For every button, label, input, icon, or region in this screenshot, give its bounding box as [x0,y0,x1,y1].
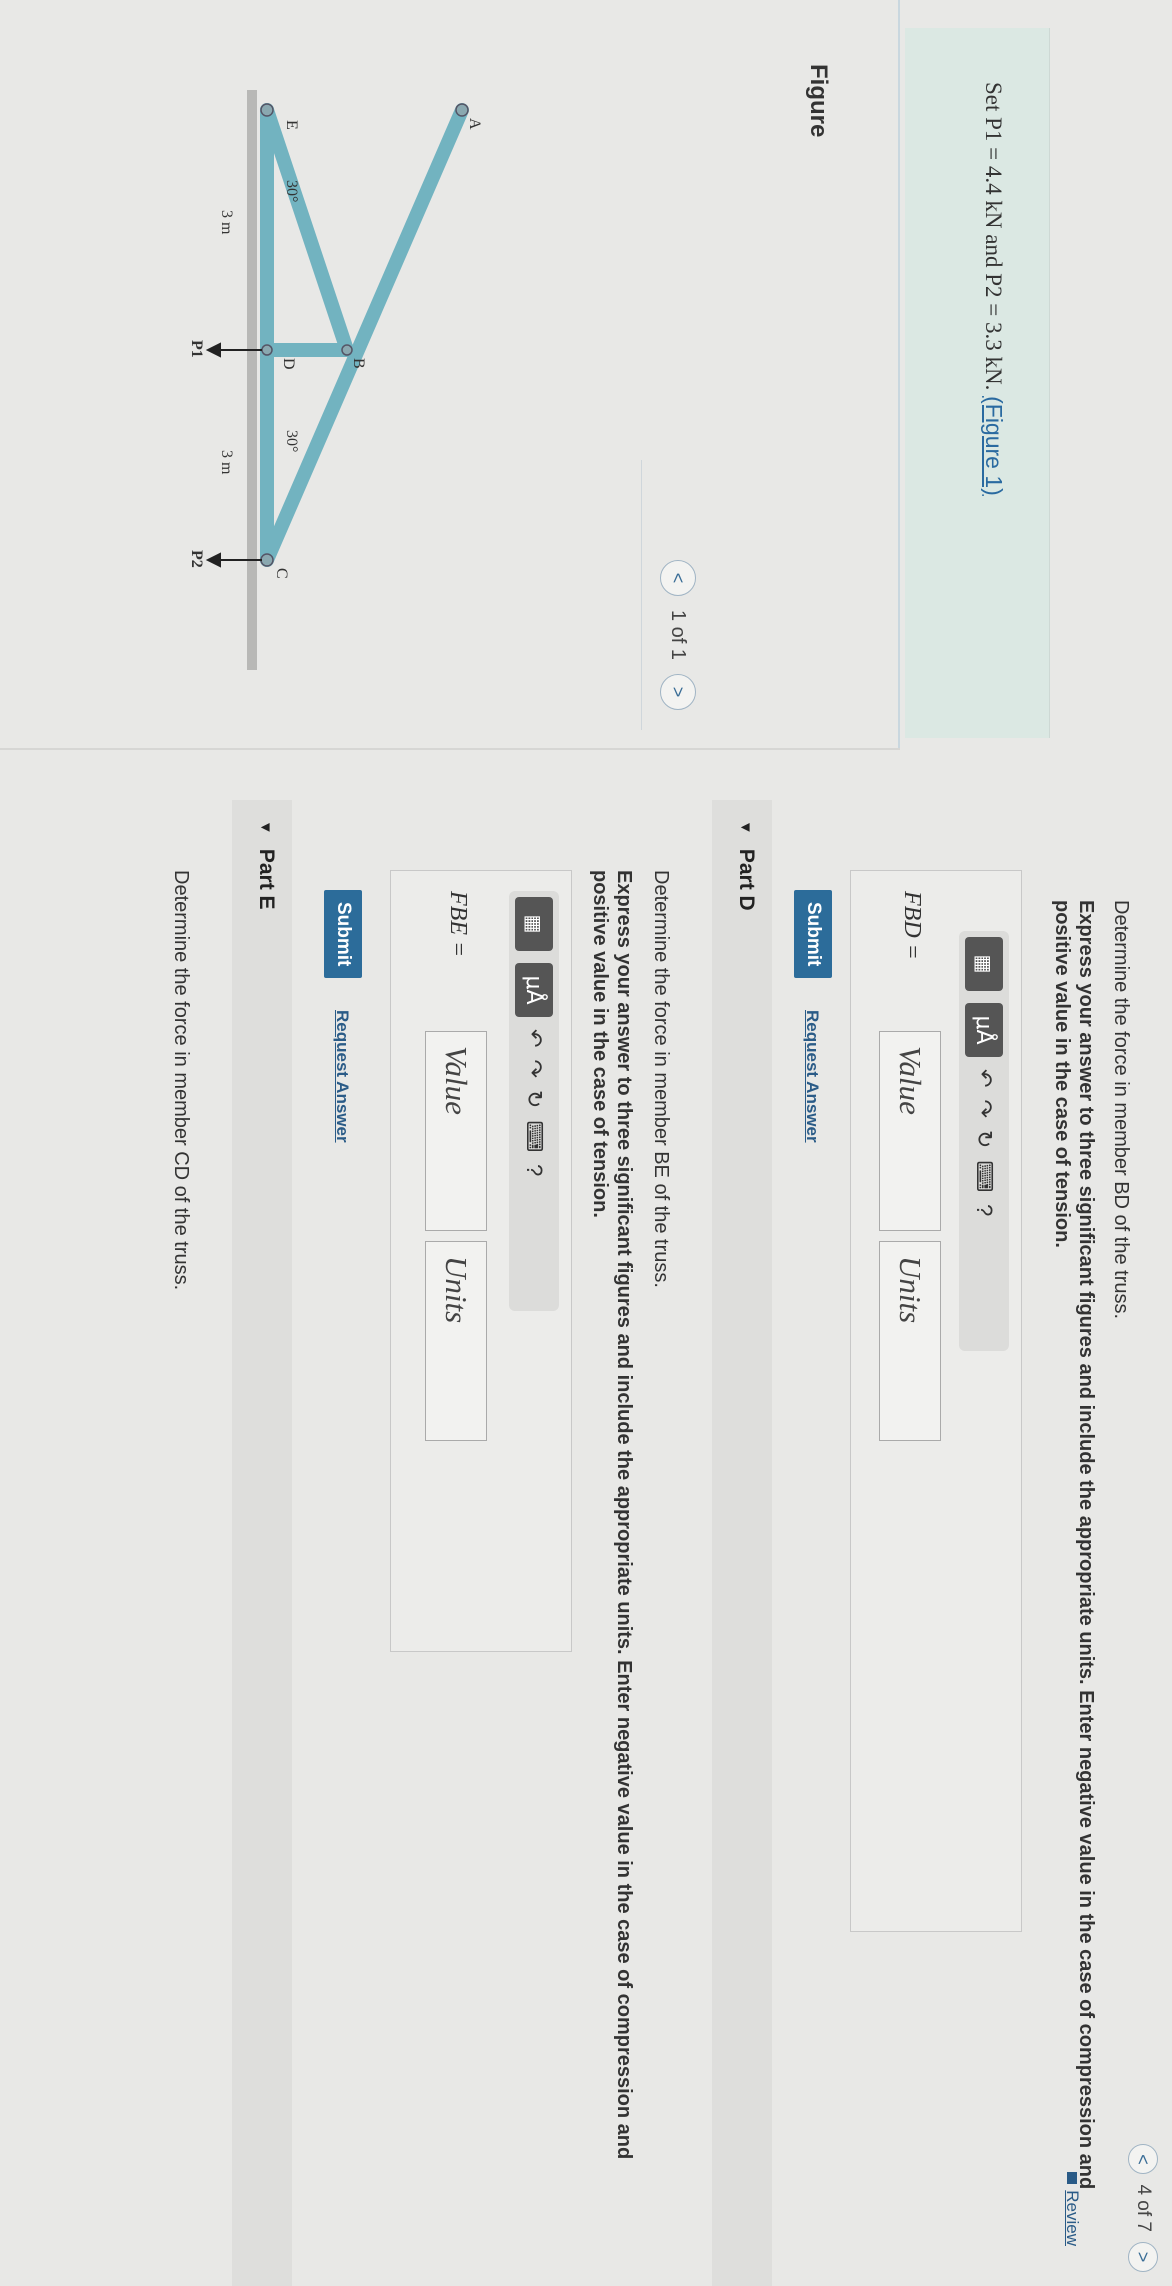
partD-header[interactable]: ▼ Part D [734,820,758,911]
partD-question: Determine the force in member BE of the … [650,870,672,1288]
undo-button[interactable]: ↶ [965,1069,1003,1087]
given-text: Set P1 = 4.4 kN and P2 = 3.3 kN. (Figure… [980,82,1007,496]
joint-c [260,553,274,567]
redo-button[interactable]: ↷ [515,1059,553,1077]
partC-label: FBD = [899,891,925,960]
partE-band [232,800,292,2286]
arrowhead-p2 [205,552,221,568]
units-button[interactable]: μÅ [515,963,553,1017]
prev-problem-button[interactable]: < [1128,2144,1158,2175]
partC-instructions: Express your answer to three significant… [1051,900,1097,2190]
partD-title: Part D [735,848,758,911]
figure-link[interactable]: (Figure 1) [981,396,1007,496]
redo-button[interactable]: ↷ [965,1099,1003,1117]
partC-answer-box: ▦ μÅ ↶ ↷ ↻ ⌨ ? FBD = Value Units [850,870,1022,1932]
label-c: C [273,568,290,579]
partD-units-field[interactable]: Units [425,1241,487,1441]
partC-units-field[interactable]: Units [879,1241,941,1441]
member-eb [260,103,354,357]
length-label-1: 3 m [218,210,235,235]
partD-label: FBE = [445,891,471,958]
angle-label-2: 30° [283,430,300,452]
truss-diagram: E D B C A 30° 30° 3 m 3 m P1 P2 [188,90,483,670]
screen: < 4 of 7 > Review Set P1 = 4.4 kN and P2… [0,0,1172,2286]
partC-value-field[interactable]: Value [879,1031,941,1231]
length-label-2: 3 m [218,450,235,475]
joint-e [260,103,274,117]
problem-position: 4 of 7 [1133,2184,1154,2232]
joint-d [261,344,273,356]
column-divider [0,748,900,750]
partD-value-field[interactable]: Value [425,1031,487,1231]
given-mid: and [981,228,1006,274]
partD-answer-box: ▦ μÅ ↶ ↷ ↻ ⌨ ? FBE = Value Units [390,870,572,1652]
prev-figure-button[interactable]: < [660,560,696,596]
partC-question: Determine the force in member BD of the … [1110,900,1132,1320]
joint-a [455,103,469,117]
partE-question: Determine the force in member CD of the … [170,870,192,1291]
given-p2: P2 = 3.3 kN [981,273,1006,385]
problem-pager: < 4 of 7 > [1128,2144,1158,2272]
given-p1: P1 = 4.4 kN [981,117,1006,229]
figure-position: 1 of 1 [667,610,690,661]
divider [898,0,900,750]
partD-instructions: Express your answer to three significant… [589,870,635,2160]
keyboard-button[interactable]: ⌨ [515,1120,553,1152]
label-b: B [350,358,367,369]
wall-support [247,90,257,670]
next-problem-button[interactable]: > [1128,2242,1158,2272]
partD-submit-button[interactable]: Submit [324,890,362,979]
partE-title: Part E [255,848,278,910]
label-e: E [283,120,300,130]
arrowhead-p1 [205,342,221,358]
templates-button[interactable]: ▦ [515,897,553,951]
joint-b [341,344,353,356]
partE-header[interactable]: ▼ Part E [254,820,278,910]
help-button[interactable]: ? [965,1204,1003,1216]
partD-band [712,800,772,2286]
figure-pager: < 1 of 1 > [660,560,696,711]
partC-toolbar: ▦ μÅ ↶ ↷ ↻ ⌨ ? [959,931,1009,1351]
help-button[interactable]: ? [515,1164,553,1176]
reset-button[interactable]: ↻ [515,1090,553,1108]
collapse-icon: ▼ [257,820,275,835]
templates-button[interactable]: ▦ [965,937,1003,991]
load-label-p2: P2 [188,550,205,568]
partD-request-answer[interactable]: Request Answer [332,1010,352,1143]
truss-members [260,103,469,567]
partD-toolbar: ▦ μÅ ↶ ↷ ↻ ⌨ ? [509,891,559,1311]
next-figure-button[interactable]: > [660,674,696,711]
partC-submit-button[interactable]: Submit [794,890,832,979]
label-d: D [280,358,297,370]
partC-request-answer[interactable]: Request Answer [802,1010,822,1143]
label-a: A [466,118,483,130]
given-sep: . [981,384,1006,397]
figure-divider [641,460,642,730]
undo-button[interactable]: ↶ [515,1029,553,1047]
keyboard-button[interactable]: ⌨ [965,1160,1003,1192]
figure-title: Figure [805,64,832,138]
angle-label-1: 30° [283,180,300,202]
load-label-p1: P1 [188,340,205,358]
units-button[interactable]: μÅ [965,1003,1003,1057]
reset-button[interactable]: ↻ [965,1130,1003,1148]
given-panel: Set P1 = 4.4 kN and P2 = 3.3 kN. (Figure… [905,28,1050,738]
given-prefix: Set [981,82,1006,118]
collapse-icon: ▼ [737,820,755,835]
